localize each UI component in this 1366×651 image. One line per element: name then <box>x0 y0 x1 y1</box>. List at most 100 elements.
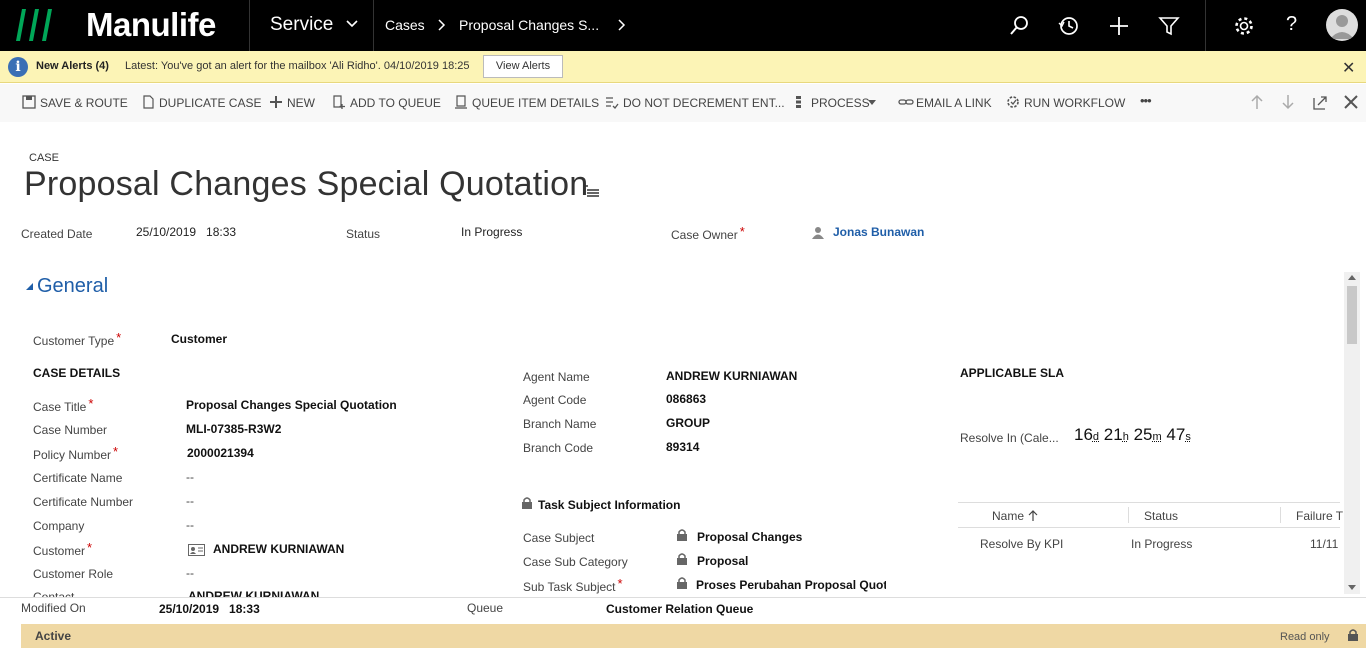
lock-icon <box>677 553 687 565</box>
sla-row-name-link[interactable]: Resolve By KPI <box>980 537 1063 551</box>
branch-code-value[interactable]: 89314 <box>666 440 699 454</box>
case-details-heading: CASE DETAILS <box>33 366 121 380</box>
more-commands-button[interactable]: ••• <box>1140 93 1152 108</box>
case-subject-label: Case Subject <box>523 531 595 545</box>
customer-link[interactable]: ANDREW KURNIAWAN <box>213 542 344 556</box>
chevron-right-icon <box>438 19 446 31</box>
entity-label: CASE <box>29 152 59 164</box>
sub-task-subject-value[interactable]: Proses Perubahan Proposal Quot <box>696 578 886 592</box>
company-value[interactable]: -- <box>186 518 194 532</box>
module-selector[interactable]: Service <box>250 0 374 51</box>
form-selector-icon[interactable] <box>584 184 600 198</box>
timer-seconds: 47 <box>1166 425 1186 444</box>
sla-row-failure: 11/11 <box>1310 537 1339 551</box>
chevron-down-icon <box>346 20 358 28</box>
company-label: Company <box>33 519 85 533</box>
close-icon[interactable] <box>1344 94 1358 110</box>
scrollbar-thumb[interactable] <box>1347 286 1357 344</box>
sla-col-status[interactable]: Status <box>1144 509 1178 523</box>
timer-minutes: 25 <box>1133 425 1153 444</box>
case-sub-category-link[interactable]: Proposal <box>697 554 748 568</box>
plus-icon <box>270 96 282 108</box>
certificate-name-label: Certificate Name <box>33 471 123 485</box>
view-alerts-button[interactable]: View Alerts <box>483 55 563 78</box>
plus-icon[interactable] <box>1108 15 1130 37</box>
chevron-right-icon[interactable] <box>616 19 626 31</box>
filter-icon[interactable] <box>1158 15 1180 37</box>
add-to-queue-button[interactable]: ADD TO QUEUE <box>332 95 441 110</box>
scroll-up-icon[interactable] <box>1348 275 1356 280</box>
contact-card-icon <box>188 544 205 556</box>
queue-item-details-button[interactable]: QUEUE ITEM DETAILS <box>454 95 599 110</box>
section-title-general[interactable]: General <box>37 275 108 298</box>
required-marker: * <box>116 330 122 345</box>
task-subject-heading: Task Subject Information <box>538 498 681 512</box>
document-icon <box>143 95 154 109</box>
footer-divider <box>0 597 1366 598</box>
policy-number-label: Policy Number * <box>33 444 118 462</box>
certificate-number-value[interactable]: -- <box>186 494 194 508</box>
scroll-down-icon[interactable] <box>1348 585 1356 590</box>
sort-ascending-icon[interactable] <box>1028 510 1038 522</box>
agent-code-value[interactable]: 086863 <box>666 392 706 406</box>
certificate-name-value[interactable]: -- <box>186 470 194 484</box>
case-title-value[interactable]: Proposal Changes Special Quotation <box>186 398 397 412</box>
info-icon: i <box>8 57 28 77</box>
arrow-up-icon[interactable] <box>1250 94 1264 110</box>
vertical-scrollbar[interactable] <box>1344 272 1360 594</box>
duplicate-case-button[interactable]: DUPLICATE CASE <box>141 95 262 110</box>
customer-label: Customer * <box>33 540 92 558</box>
customer-text: Customer <box>33 544 86 558</box>
topbar-divider <box>1205 0 1206 51</box>
duplicate-case-label: DUPLICATE CASE <box>159 96 262 110</box>
sla-row-status: In Progress <box>1131 537 1193 551</box>
timer-hours-unit: h <box>1122 431 1129 443</box>
process-button[interactable]: PROCESS <box>793 96 876 110</box>
gear-icon[interactable] <box>1233 15 1255 37</box>
queue-link[interactable]: Customer Relation Queue <box>606 602 753 616</box>
case-owner-link[interactable]: Jonas Bunawan <box>833 225 924 239</box>
modified-on-label: Modified On <box>21 601 86 615</box>
process-icon <box>796 96 801 108</box>
required-marker: * <box>88 396 94 411</box>
branch-name-value[interactable]: GROUP <box>666 416 710 430</box>
case-number-value[interactable]: MLI-07385-R3W2 <box>186 422 281 436</box>
read-only-label: Read only <box>1280 631 1330 643</box>
checklist-icon <box>606 97 619 109</box>
user-icon <box>812 227 824 239</box>
help-icon[interactable]: ? <box>1286 13 1308 35</box>
case-subject-link[interactable]: Proposal Changes <box>697 530 802 544</box>
breadcrumb-record[interactable]: Proposal Changes S... <box>459 17 599 33</box>
manulife-logo[interactable]: Manulife <box>0 0 250 51</box>
sla-col-failure[interactable]: Failure T <box>1296 509 1343 523</box>
email-a-link-button[interactable]: EMAIL A LINK <box>898 96 992 110</box>
lock-icon <box>677 577 687 589</box>
run-workflow-button[interactable]: RUN WORKFLOW <box>1006 96 1125 110</box>
new-button[interactable]: NEW <box>269 96 315 110</box>
module-label: Service <box>270 14 334 35</box>
search-icon[interactable] <box>1008 15 1030 37</box>
case-owner-text: Case Owner <box>671 228 738 242</box>
close-icon[interactable]: ✕ <box>1342 58 1355 78</box>
save-route-button[interactable]: SAVE & ROUTE <box>22 95 128 110</box>
document-icon <box>455 95 467 109</box>
collapse-triangle-icon[interactable] <box>26 283 33 290</box>
avatar[interactable] <box>1326 9 1358 41</box>
lock-icon <box>1348 629 1358 641</box>
timer-days: 16 <box>1074 425 1093 444</box>
popout-icon[interactable] <box>1313 94 1327 110</box>
customer-role-value[interactable]: -- <box>186 566 194 580</box>
policy-number-link[interactable]: 2000021394 <box>187 446 254 460</box>
customer-type-value[interactable]: Customer <box>171 332 227 346</box>
sla-grid-header: Name Status Failure T <box>958 502 1343 528</box>
breadcrumb-cases[interactable]: Cases <box>385 17 425 33</box>
alert-message: Latest: You've got an alert for the mail… <box>125 60 470 72</box>
status-label: Status <box>346 227 381 241</box>
agent-name-value[interactable]: ANDREW KURNIAWAN <box>666 369 797 383</box>
sla-col-name[interactable]: Name <box>992 509 1024 523</box>
arrow-down-icon[interactable] <box>1281 94 1295 110</box>
save-route-label: SAVE & ROUTE <box>40 96 128 110</box>
column-divider <box>1280 507 1281 523</box>
history-icon[interactable] <box>1058 15 1080 37</box>
do-not-decrement-button[interactable]: DO NOT DECREMENT ENT... <box>605 96 785 110</box>
